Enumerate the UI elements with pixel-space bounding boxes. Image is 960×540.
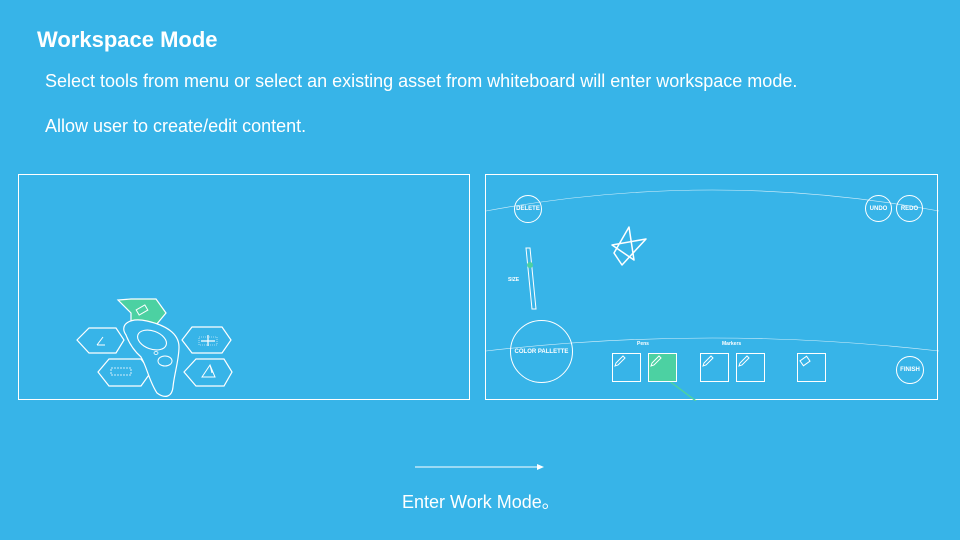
tool-menu-panel: [18, 174, 470, 400]
marker-icon: [702, 355, 714, 367]
page-title: Workspace Mode: [37, 27, 218, 52]
right-arrow-icon: [415, 464, 544, 470]
workspace-panel: DELETE UNDO REDO FINISH COLOR PALLETTE S…: [485, 174, 939, 401]
marker-tool-1[interactable]: [700, 353, 729, 382]
eraser-tool[interactable]: [797, 353, 826, 382]
enter-work-mode-caption: Enter Work Mode。: [402, 492, 560, 512]
shape-tool-hex[interactable]: [183, 358, 233, 387]
tool-menu-illustration: [76, 298, 233, 397]
redo-button[interactable]: REDO: [896, 195, 923, 222]
marker-icon: [738, 355, 750, 367]
vr-controller-icon: [123, 319, 180, 397]
marker-tool-2[interactable]: [736, 353, 765, 382]
size-slider[interactable]: [525, 247, 537, 310]
pens-label: Pens: [637, 341, 649, 347]
undo-button[interactable]: UNDO: [865, 195, 892, 222]
eraser-icon: [799, 355, 811, 367]
markers-label: Markers: [722, 341, 742, 347]
description-line-2: Allow user to create/edit content.: [45, 116, 307, 136]
description-line-1: Select tools from menu or select an exis…: [45, 71, 798, 91]
size-label: SIZE: [508, 277, 520, 283]
move-tool-hex[interactable]: [181, 326, 232, 354]
star-drawing: [611, 226, 647, 266]
color-palette-button[interactable]: COLOR PALLETTE: [510, 320, 573, 383]
finish-button[interactable]: FINISH: [896, 356, 924, 384]
pen-icon: [614, 355, 626, 367]
delete-button[interactable]: DELETE: [514, 195, 542, 223]
pen-tool-hex[interactable]: [76, 327, 125, 354]
select-tool-hex[interactable]: [97, 358, 152, 387]
pen-tool-2[interactable]: [648, 353, 677, 382]
pen-tool-1[interactable]: [612, 353, 641, 382]
pen-icon: [650, 355, 662, 367]
